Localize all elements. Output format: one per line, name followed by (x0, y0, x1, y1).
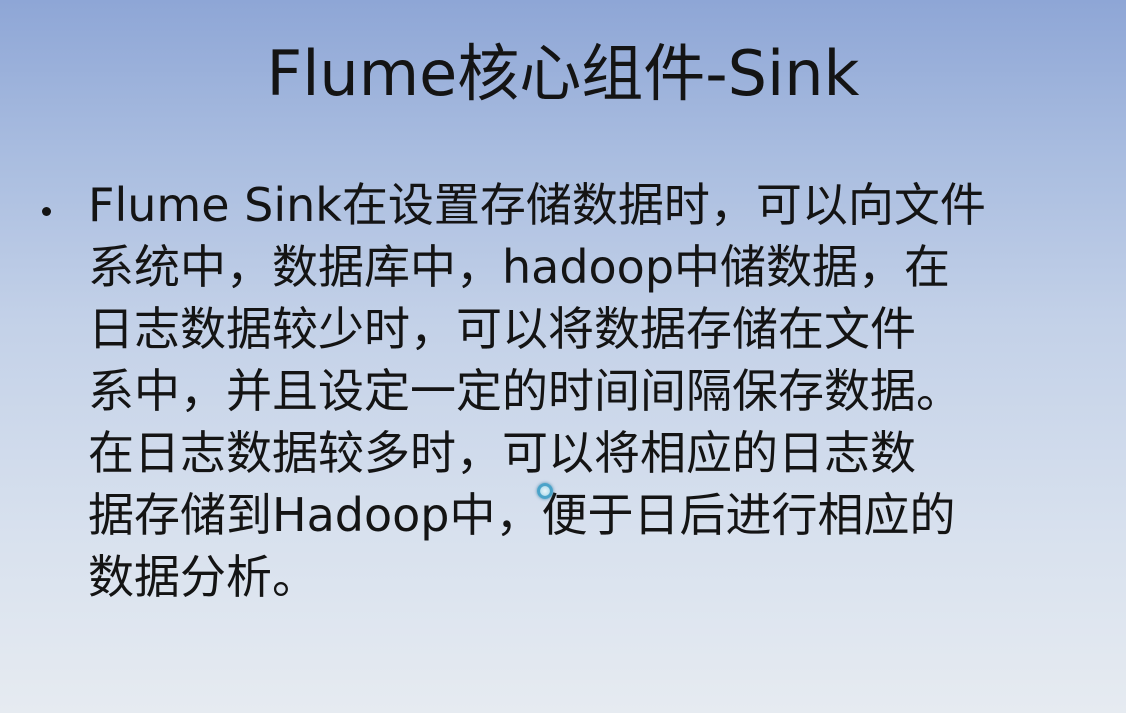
bullet-list: Flume Sink在设置存储数据时，可以向文件 系统中，数据库中，hadoop… (40, 174, 1060, 608)
presentation-slide: Flume核心组件-Sink Flume Sink在设置存储数据时，可以向文件 … (0, 0, 1126, 713)
bullet-line: 据存储到Hadoop中，便于日后进行相应的 (88, 488, 956, 542)
bullet-dot-icon (42, 207, 51, 216)
busy-cursor-icon (537, 483, 553, 499)
bullet-line: 系统中，数据库中，hadoop中储数据，在 (88, 240, 951, 294)
bullet-line: Flume Sink在设置存储数据时，可以向文件 (88, 178, 986, 232)
bullet-item: Flume Sink在设置存储数据时，可以向文件 系统中，数据库中，hadoop… (40, 174, 1060, 608)
bullet-line: 日志数据较少时，可以将数据存储在文件 (88, 302, 916, 356)
bullet-line: 数据分析。 (88, 550, 318, 604)
bullet-line: 系中，并且设定一定的时间间隔保存数据。 (88, 364, 962, 418)
slide-title: Flume核心组件-Sink (266, 37, 860, 110)
bullet-line: 在日志数据较多时，可以将相应的日志数 (88, 426, 916, 480)
bullet-text: Flume Sink在设置存储数据时，可以向文件 系统中，数据库中，hadoop… (88, 174, 1060, 608)
